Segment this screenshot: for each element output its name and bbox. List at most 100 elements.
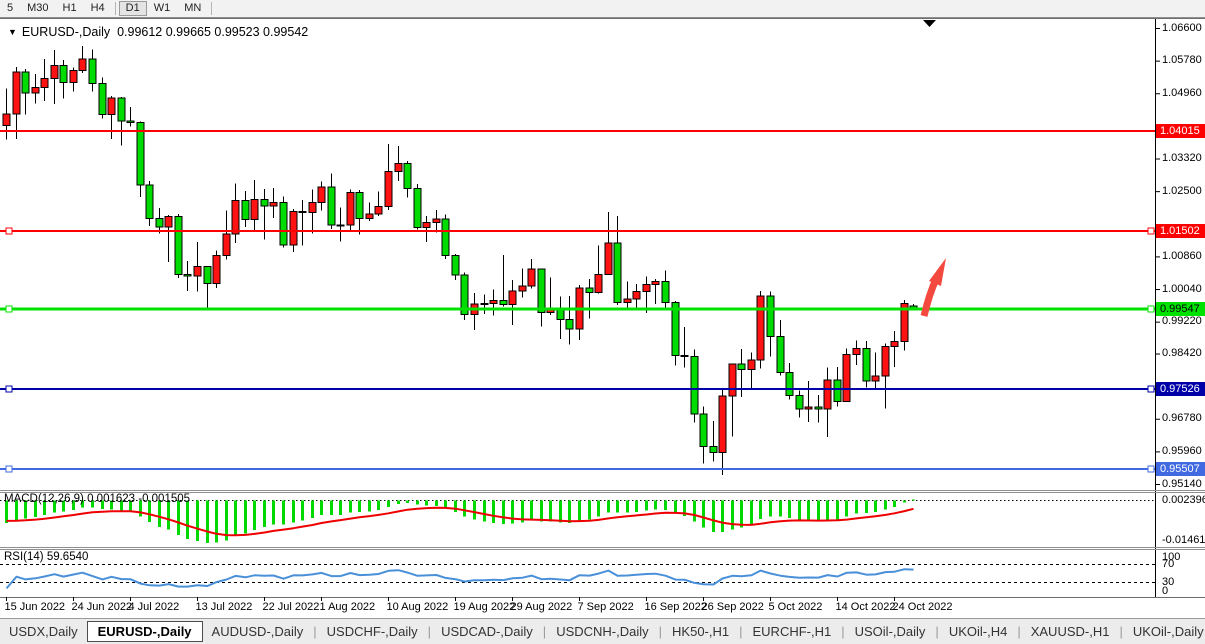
candle-body [318, 187, 325, 203]
price-axis-label: 1.00040 [1162, 283, 1202, 295]
candle-body [528, 269, 535, 286]
candle-body [557, 310, 564, 320]
macd-histogram-bar [798, 501, 801, 520]
macd-histogram-bar [635, 501, 638, 512]
candle-body [13, 72, 20, 114]
rsi-axis-label: 70 [1162, 558, 1174, 570]
candle-body [815, 407, 822, 409]
macd-histogram-bar [206, 501, 209, 544]
macd-histogram-bar [549, 501, 552, 522]
rsi-line [7, 569, 914, 588]
macd-histogram-bar [759, 501, 762, 520]
macd-histogram-bar [865, 501, 868, 513]
price-axis-label: 1.05780 [1162, 54, 1202, 66]
line-handle[interactable] [1148, 228, 1154, 234]
line-handle[interactable] [6, 306, 12, 312]
macd-histogram-bar [311, 501, 314, 519]
candle-body [681, 355, 688, 356]
candle-body [519, 286, 526, 291]
candle-body [452, 256, 459, 275]
candle-body [863, 348, 870, 381]
line-handle[interactable] [6, 386, 12, 392]
candle-body [442, 219, 449, 256]
macd-histogram-bar [903, 501, 906, 503]
macd-axis-min: -0.014618 [1162, 534, 1205, 546]
candle-body [824, 380, 831, 409]
candle-body [60, 65, 67, 82]
macd-histogram-bar [435, 501, 438, 507]
candle-body [777, 336, 784, 372]
candle-body [290, 211, 297, 244]
candle-body [251, 199, 258, 219]
candle-body [375, 207, 382, 214]
macd-histogram-bar [368, 501, 371, 512]
candle-body [805, 407, 812, 409]
rsi-indicator-label: RSI(14) 59.6540 [4, 551, 88, 563]
chart-menu-triangle-icon[interactable]: ▼ [8, 27, 17, 37]
price-badge-1-04015: 1.04015 [1156, 124, 1205, 138]
candle-body [175, 217, 182, 275]
candle-body [614, 243, 621, 303]
macd-histogram-bar [244, 501, 247, 534]
macd-histogram-bar [387, 501, 390, 507]
chart-ohlc-values: 0.99612 0.99665 0.99523 0.99542 [117, 25, 308, 39]
line-handle[interactable] [1148, 466, 1154, 472]
candle-body [337, 225, 344, 226]
price-axis-label: 0.95960 [1162, 445, 1202, 457]
macd-histogram-bar [492, 501, 495, 523]
candle-body [213, 256, 220, 284]
date-axis-label: 19 Aug 2022 [454, 601, 516, 613]
price-axis-label: 1.04960 [1162, 87, 1202, 99]
macd-histogram-bar [807, 501, 810, 521]
candle-body [108, 98, 115, 115]
candle-body [481, 304, 488, 305]
macd-histogram-bar [330, 501, 333, 516]
date-axis-label: 5 Oct 2022 [769, 601, 823, 613]
candle-body [834, 380, 841, 401]
macd-indicator-label: MACD(12,26,9) 0.001623 -0.001505 [4, 493, 190, 505]
candle-body [882, 346, 889, 376]
candle-body [89, 59, 96, 84]
candle-body [328, 187, 335, 225]
macd-histogram-bar [817, 501, 820, 522]
candle-body [299, 211, 306, 212]
candle-body [41, 79, 48, 88]
line-handle[interactable] [6, 228, 12, 234]
macd-histogram-bar [855, 501, 858, 514]
date-axis-label: 16 Sep 2022 [645, 601, 707, 613]
chart-title: ▼EURUSD-,Daily 0.99612 0.99665 0.99523 0… [8, 25, 308, 39]
macd-histogram-bar [215, 501, 218, 543]
trend-arrow-head[interactable] [929, 258, 946, 286]
macd-histogram-bar [645, 501, 648, 511]
macd-histogram-bar [282, 501, 285, 525]
macd-histogram-bar [893, 501, 896, 507]
macd-histogram-bar [826, 501, 829, 520]
candle-body [194, 267, 201, 276]
macd-histogram-bar [740, 501, 743, 528]
price-badge-1-01502: 1.01502 [1156, 224, 1205, 238]
candle-body [242, 200, 249, 219]
candle-body [423, 223, 430, 228]
macd-histogram-bar [406, 501, 409, 503]
candle-body [156, 219, 163, 227]
macd-histogram-bar [750, 501, 753, 526]
macd-histogram-bar [177, 501, 180, 535]
price-badge-0-95507: 0.95507 [1156, 462, 1205, 476]
candle-body [146, 185, 153, 218]
candle-body [261, 199, 268, 205]
macd-histogram-bar [874, 501, 877, 513]
macd-histogram-bar [234, 501, 237, 537]
line-handle[interactable] [6, 466, 12, 472]
line-handle[interactable] [1148, 386, 1154, 392]
candle-body [700, 414, 707, 447]
date-axis-label: 15 Jun 2022 [5, 601, 66, 613]
macd-histogram-bar [263, 501, 266, 527]
line-handle[interactable] [1148, 306, 1154, 312]
macd-histogram-bar [186, 501, 189, 539]
candle-body [872, 376, 879, 381]
macd-histogram-bar [702, 501, 705, 528]
price-axis-label: 1.02500 [1162, 185, 1202, 197]
candle-body [643, 284, 650, 291]
chart-shift-marker[interactable] [923, 20, 936, 27]
macd-histogram-bar [626, 501, 629, 513]
